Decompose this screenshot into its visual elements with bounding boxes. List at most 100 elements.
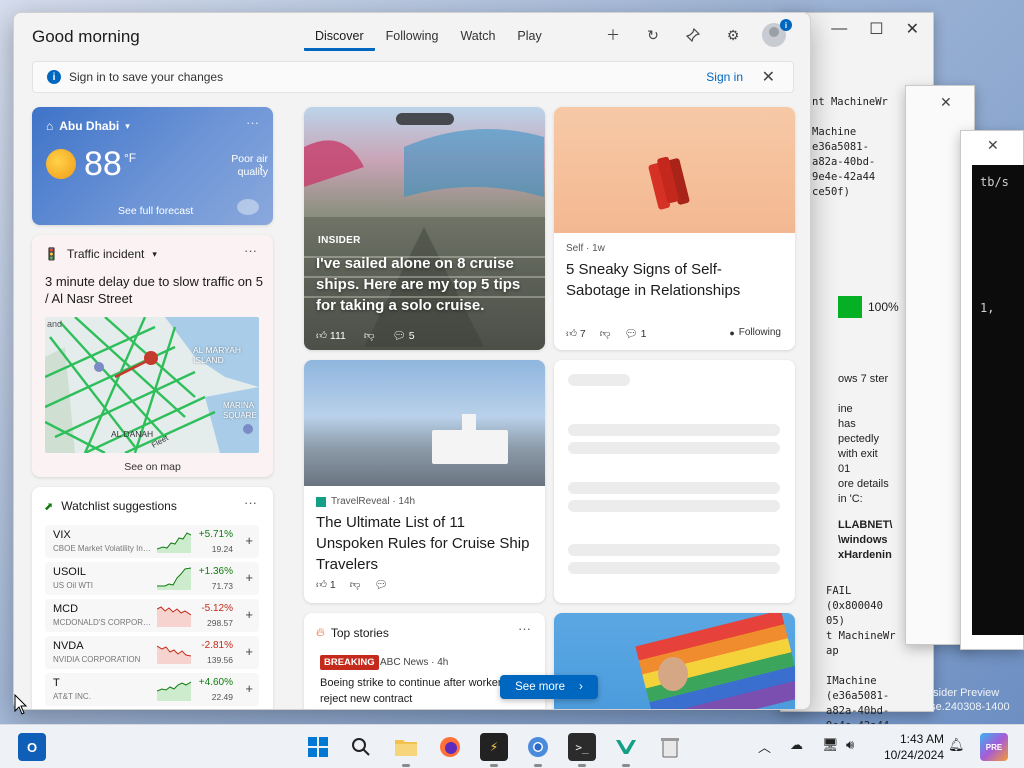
stock-price: 139.56 [207,655,233,665]
stock-symbol: MCD [53,603,79,615]
watermark-line: Insider Preview [924,687,1000,699]
news-title[interactable]: The Ultimate List of 11 Unspoken Rules f… [316,512,536,575]
dislike-icon[interactable]: 👎︎ [350,578,361,591]
traffic-map[interactable]: and AL MARYAH ISLAND MARINA SQUARE AL DA… [45,317,259,453]
copilot-icon[interactable]: PRE [980,733,1008,761]
network-icon[interactable]: 🖥︎ [822,737,839,753]
loading-placeholder-card [554,360,795,603]
add-to-watchlist-icon[interactable]: + [245,533,253,548]
recycle-bin-icon[interactable] [656,733,684,761]
onedrive-icon[interactable]: ☁ [790,737,803,753]
firefox-icon[interactable] [436,733,464,761]
watchlist-card[interactable]: ⬈ Watchlist suggestions ··· VIX CBOE Mar… [32,487,273,709]
chrome-icon[interactable] [524,733,552,767]
tab-watch[interactable]: Watch [449,27,506,51]
signin-link[interactable]: Sign in [706,70,743,84]
chevron-down-icon: ▾ [125,120,130,131]
more-options-icon[interactable]: ··· [244,243,257,258]
clock[interactable]: 1:43 AM 10/24/2024 [884,731,944,763]
profile[interactable]: i [762,19,792,47]
source-logo-icon [316,496,326,507]
chevron-down-icon[interactable]: ▾ [152,249,157,260]
close-icon[interactable]: ✕ [906,19,919,39]
notification-bell-icon[interactable]: 🔔︎ [948,737,965,753]
flame-icon: 🔥︎ [316,625,325,639]
stock-row[interactable]: USOIL US Oil WTI +1.36% 71.73 + [45,562,259,595]
news-card-self-sabotage[interactable]: Self · 1w 5 Sneaky Signs of Self-Sabotag… [554,107,795,350]
check-icon: ● [729,327,735,338]
comment-icon[interactable]: 💬︎ [374,578,387,591]
signin-banner: i Sign in to save your changes Sign in ✕ [32,61,794,93]
log-text-3: FAIL (0x800040 05) t MachineWr ap IMachi… [826,585,896,732]
stock-row[interactable]: MCD MCDONALD'S CORPORATI... -5.12% 298.5… [45,599,259,632]
skeleton-line [568,500,780,512]
add-widget-icon[interactable]: ＋ [602,24,624,46]
tab-discover[interactable]: Discover [304,27,375,51]
like-button[interactable]: 👍︎ 1 [316,578,336,591]
file-explorer-icon[interactable] [392,733,420,767]
carousel-indicator[interactable] [396,113,454,125]
comment-button[interactable]: 💬︎ 1 [624,327,646,340]
see-full-forecast-link[interactable]: See full forecast [118,205,193,217]
close-icon[interactable]: ✕ [987,137,999,154]
pin-icon[interactable] [682,24,704,46]
stock-row[interactable]: VIX CBOE Market Volatility Index +5.71% … [45,525,259,558]
news-title[interactable]: 5 Sneaky Signs of Self-Sabotage in Relat… [566,259,786,301]
refresh-icon[interactable]: ↻ [642,24,664,46]
ship-graphic [432,414,508,464]
chevron-right-icon[interactable]: › [259,159,263,173]
dislike-icon[interactable]: 👎︎ [600,327,611,340]
volume-icon[interactable]: 🔊︎ [846,737,854,753]
watchlist-title: Watchlist suggestions [61,499,177,513]
add-to-watchlist-icon[interactable]: + [245,644,253,659]
log-text-2-bold: LLABNET\ \windows xHardenin [838,519,893,561]
dynamite-graphic [656,156,680,204]
like-count: 111 [329,330,346,342]
news-source: ABC News · 4h [380,657,449,668]
maximize-icon[interactable]: ☐ [869,19,883,39]
news-card-cruise[interactable]: INSIDER I've sailed alone on 8 cruise sh… [304,107,545,350]
stock-change: +5.71% [198,529,233,540]
breaking-badge: BREAKING [320,655,379,670]
close-icon[interactable]: ✕ [940,94,952,111]
add-to-watchlist-icon[interactable]: + [245,570,253,585]
more-options-icon[interactable]: ··· [246,115,259,130]
chevron-up-icon[interactable]: ︿ [758,737,771,756]
dislike-icon[interactable]: 👎︎ [364,329,375,342]
weather-card[interactable]: ⌂ Abu Dhabi ▾ ··· 88 °F Poor air quality… [32,107,273,225]
stock-symbol: NVDA [53,640,84,652]
close-icon[interactable]: ✕ [762,67,775,87]
outlook-icon[interactable]: O [18,733,46,761]
comment-button[interactable]: 💬︎ 5 [393,329,415,342]
tab-following[interactable]: Following [375,27,450,51]
skeleton-line [568,544,780,556]
see-more-button[interactable]: See more › [500,675,598,699]
sparkline [157,567,191,590]
search-icon[interactable] [347,733,375,761]
following-status[interactable]: ● Following [729,327,781,338]
like-button[interactable]: 👍︎ 111 [316,329,346,342]
settings-gear-icon[interactable]: ⚙ [722,24,744,46]
add-to-watchlist-icon[interactable]: + [245,607,253,622]
app-icon[interactable]: ⚡ [480,733,508,767]
stock-row[interactable]: NVDA NVIDIA CORPORATION -2.81% 139.56 + [45,636,259,669]
minimize-icon[interactable]: — [831,20,847,38]
start-button[interactable] [304,733,332,761]
like-button[interactable]: 👍︎ 7 [566,327,586,340]
visual-studio-icon[interactable] [612,733,640,767]
see-on-map-link[interactable]: See on map [32,461,273,473]
news-title[interactable]: I've sailed alone on 8 cruise ships. Her… [316,253,536,316]
tab-play[interactable]: Play [506,27,552,51]
skeleton-line [568,482,780,494]
terminal-icon[interactable]: >_ [568,733,596,767]
stock-row[interactable]: T AT&T INC. +4.60% 22.49 + [45,673,259,706]
add-to-watchlist-icon[interactable]: + [245,681,253,696]
stock-name: CBOE Market Volatility Index [53,544,153,553]
stock-symbol: USOIL [53,566,87,578]
traffic-card[interactable]: 🚦 Traffic incident ▾ ··· 3 minute delay … [32,235,273,477]
more-options-icon[interactable]: ··· [244,495,257,510]
news-headline[interactable]: Boeing strike to continue after workers … [320,675,520,707]
weather-location[interactable]: ⌂ Abu Dhabi ▾ [46,119,130,133]
news-card-cruise-rules[interactable]: TravelReveal · 14h The Ultimate List of … [304,360,545,603]
more-options-icon[interactable]: ··· [518,621,531,636]
